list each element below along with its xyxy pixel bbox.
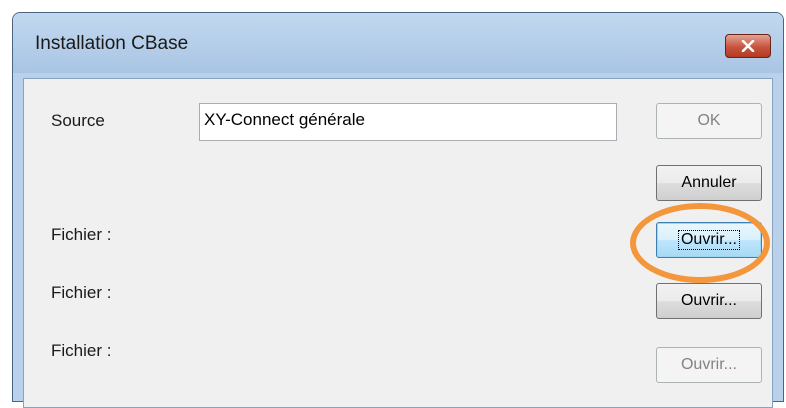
file-label-2: Fichier : (51, 283, 112, 302)
open-file-button-3-label: Ouvrir... (680, 356, 737, 373)
file-label-1: Fichier : (51, 225, 112, 244)
file-label-3: Fichier : (51, 341, 112, 360)
cancel-button[interactable]: Annuler (656, 165, 762, 201)
open-file-button-1[interactable]: Ouvrir... (656, 222, 762, 258)
open-file-button-1-label: Ouvrir... (677, 230, 740, 250)
open-file-button-2[interactable]: Ouvrir... (656, 283, 762, 319)
source-input[interactable]: XY-Connect générale (199, 103, 617, 141)
cancel-button-label: Annuler (681, 174, 737, 191)
title-bar[interactable]: Installation CBase (13, 13, 783, 73)
open-file-button-2-label: Ouvrir... (680, 292, 737, 309)
ok-button[interactable]: OK (656, 103, 762, 139)
dialog-window: Installation CBase Source XY-Connect gén… (12, 12, 784, 408)
dialog-body: Source XY-Connect générale OK Annuler Fi… (23, 78, 773, 408)
close-x-icon (741, 40, 755, 52)
close-button[interactable] (725, 34, 771, 58)
ok-button-label: OK (697, 112, 721, 129)
source-label: Source (51, 111, 105, 130)
open-file-button-3[interactable]: Ouvrir... (656, 347, 762, 383)
window-title: Installation CBase (35, 33, 189, 54)
